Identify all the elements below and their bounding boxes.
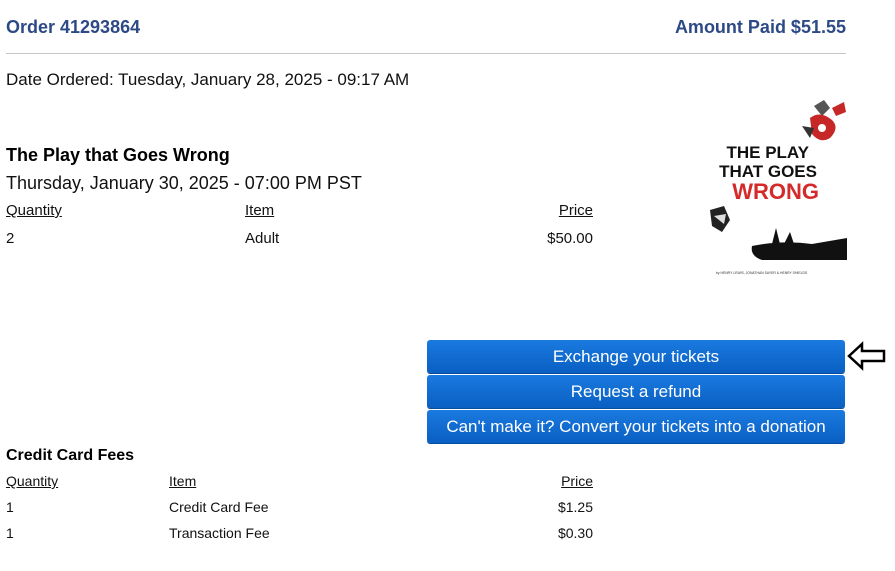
fee-row-price: $0.30 [557, 525, 593, 541]
event-name: The Play that Goes Wrong [6, 145, 230, 165]
fee-row-quantity: 1 [6, 525, 14, 541]
ticket-header-item: Item [245, 202, 275, 219]
show-poster-image: THE PLAY THAT GOES WRONG by HENRY LEWIS,… [702, 98, 847, 280]
fees-header-item: Item [169, 473, 197, 489]
ticket-row-price: $50.00 [547, 230, 593, 247]
fees-title: Credit Card Fees [6, 447, 135, 464]
event-datetime: Thursday, January 30, 2025 - 07:00 PM PS… [6, 173, 362, 193]
fees-header-price: Price [561, 473, 593, 489]
header-divider [6, 53, 846, 54]
fee-row-item: Transaction Fee [169, 525, 270, 541]
fee-row-item: Credit Card Fee [169, 499, 269, 515]
exchange-tickets-button[interactable]: Exchange your tickets [427, 340, 845, 373]
left-arrow-icon [847, 341, 886, 371]
poster-line-3: WRONG [732, 179, 819, 204]
ticket-row-item: Adult [245, 230, 280, 247]
date-ordered: Date Ordered: Tuesday, January 28, 2025 … [6, 70, 410, 89]
order-title: Order 41293864 [6, 17, 141, 37]
poster-credits: by HENRY LEWIS, JONATHAN SAYER & HENRY S… [716, 271, 808, 275]
fees-header-quantity: Quantity [6, 473, 59, 489]
amount-paid: Amount Paid $51.55 [674, 17, 846, 37]
fee-row-price: $1.25 [557, 499, 593, 515]
ticket-header-quantity: Quantity [6, 202, 62, 219]
ticket-header-price: Price [558, 202, 593, 219]
donate-tickets-button[interactable]: Can't make it? Convert your tickets into… [427, 410, 845, 443]
request-refund-button[interactable]: Request a refund [427, 375, 845, 408]
poster-line-1: THE PLAY [726, 143, 809, 162]
ticket-row-quantity: 2 [6, 230, 15, 247]
fee-row-quantity: 1 [6, 499, 14, 515]
